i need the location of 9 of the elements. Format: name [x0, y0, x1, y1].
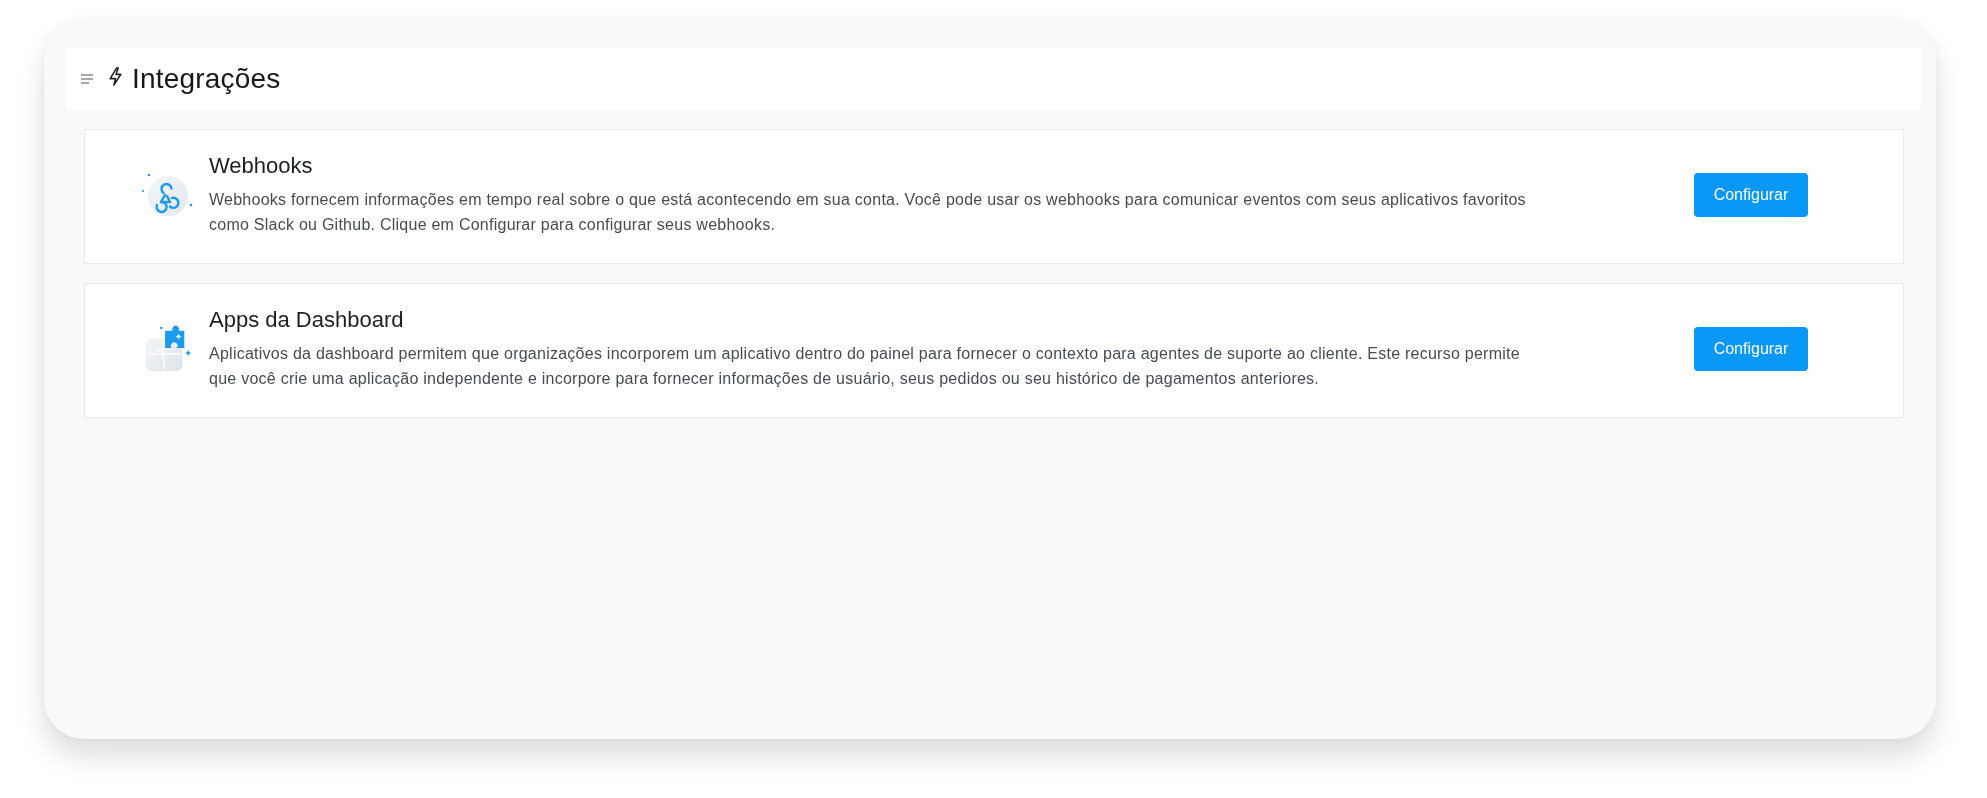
lightning-icon	[109, 66, 122, 86]
card-title: Webhooks	[209, 152, 314, 180]
menu-icon[interactable]	[81, 74, 93, 84]
page-title: Integrações	[132, 63, 281, 95]
card-description: Webhooks fornecem informações em tempo real sobre o que está acontecendo em sua conta. Você pode usar os webhooks para comunicar eventos com seus aplicativos favoritos como Slack ou Github. Clique em Configurar para configurar seus webhooks.	[209, 190, 1527, 235]
configure-button[interactable]: Configurar	[1694, 326, 1808, 371]
card-description: Aplicativos da dashboard permitem que organizações incorporem um aplicativo dentro do painel para fornecer o contexto para agentes de suporte ao cliente. Este recurso permite que você crie uma aplicação independente e incorpore para fornecer informações de usuário, seus pedidos ou seu histórico de pagamentos anteriores.	[209, 344, 1521, 389]
card-title: Apps da Dashboard	[209, 306, 405, 334]
configure-button[interactable]: Configurar	[1694, 172, 1808, 217]
